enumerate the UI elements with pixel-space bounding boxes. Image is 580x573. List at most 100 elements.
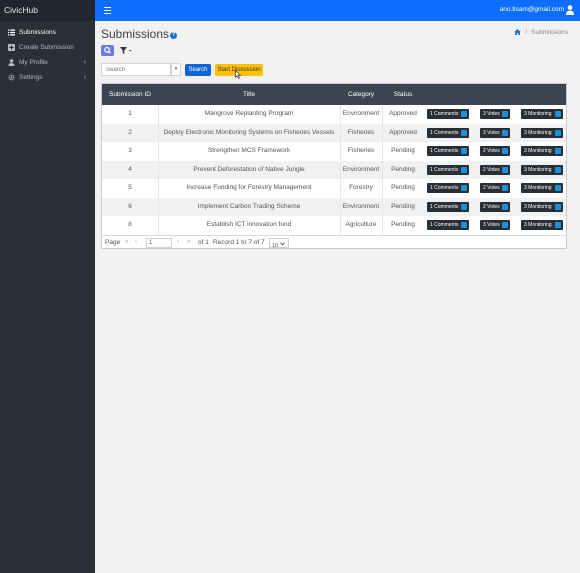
count-badge: [461, 185, 467, 191]
pager: Page « ‹ 1 › » of 1 Record 1 to 7 of 7 1…: [102, 235, 566, 249]
count-badge: [555, 148, 561, 154]
monitoring-button-label: 3 Monitoring: [524, 203, 552, 210]
chevron-down-icon: [280, 242, 285, 246]
home-icon[interactable]: [514, 29, 522, 35]
count-badge: [502, 222, 508, 228]
column-header-status[interactable]: Status: [382, 84, 424, 105]
menu-toggle-icon[interactable]: [104, 7, 111, 14]
prev-page-button[interactable]: ‹: [135, 239, 137, 245]
comments-button[interactable]: 1 Comments: [427, 146, 469, 156]
monitoring-button-label: 3 Monitoring: [524, 148, 552, 154]
sidebar-item-create-submission[interactable]: Create Submission: [0, 40, 95, 55]
comments-button-label: 1 Comments: [430, 111, 459, 117]
cell-id: 3: [128, 147, 132, 154]
comments-button-label: 1 Comments: [430, 129, 459, 136]
cell-id: 5: [128, 184, 132, 191]
user-email[interactable]: ano.tisam@gmail.com: [500, 6, 564, 13]
table-row[interactable]: 2 Deploy Electronic Monitoring Systems on…: [102, 123, 566, 142]
count-badge: [555, 129, 561, 136]
app-brand[interactable]: CivicHub: [0, 0, 95, 21]
votes-button[interactable]: 2 Votes: [480, 164, 510, 175]
monitoring-button[interactable]: 3 Monitoring: [521, 127, 563, 138]
votes-button-label: 2 Votes: [483, 148, 500, 154]
comments-button[interactable]: 1 Comments: [427, 220, 469, 230]
count-badge: [502, 185, 508, 191]
sidebar-item-label: Create Submission: [19, 44, 74, 51]
search-icon: [104, 46, 111, 54]
monitoring-button[interactable]: 3 Monitoring: [521, 164, 563, 175]
breadcrumb-current: Submissions: [531, 29, 568, 36]
first-page-button[interactable]: «: [125, 239, 128, 245]
filter-button[interactable]: [119, 46, 133, 55]
comments-button[interactable]: 1 Comments: [427, 183, 469, 193]
page-number-input[interactable]: 1: [146, 238, 172, 248]
table-row[interactable]: 4 Prevent Deforestation of Native Jungle E…: [102, 160, 566, 179]
chevron-left-icon: ‹: [83, 74, 86, 81]
count-badge: [502, 203, 508, 210]
next-page-button[interactable]: ›: [177, 239, 179, 245]
cell-status: Pending: [391, 184, 415, 191]
column-header-id[interactable]: Submission ID: [102, 84, 158, 105]
help-icon[interactable]: ?: [170, 32, 177, 39]
table-row[interactable]: 1 Mangrove Replanting Program Environment A…: [102, 105, 566, 124]
search-input[interactable]: [101, 63, 171, 76]
table-row[interactable]: 6 Implement Carbon Trading Scheme Environm…: [102, 197, 566, 216]
sidebar-item-my-profile[interactable]: My Profile ‹: [0, 55, 95, 70]
comments-button[interactable]: 1 Comments: [427, 164, 469, 175]
monitoring-button[interactable]: 3 Monitoring: [521, 146, 563, 156]
pager-of-label: of 1: [198, 239, 209, 246]
count-badge: [461, 166, 467, 173]
count-badge: [555, 185, 561, 191]
page-size-select[interactable]: 10: [269, 238, 289, 249]
column-header-category[interactable]: Category: [340, 84, 382, 105]
comments-button-label: 1 Comments: [430, 185, 459, 191]
search-button[interactable]: Search: [185, 64, 211, 76]
breadcrumb-separator: /: [525, 29, 528, 36]
cell-category: Environment: [342, 202, 380, 210]
votes-button-label: 3 Votes: [483, 222, 500, 228]
count-badge: [461, 129, 467, 136]
monitoring-button[interactable]: 3 Monitoring: [521, 220, 563, 230]
count-badge: [461, 148, 467, 154]
column-header-title[interactable]: Title: [158, 84, 340, 105]
comments-button[interactable]: 1 Comments: [427, 109, 469, 119]
votes-button[interactable]: 3 Votes: [480, 220, 510, 230]
comments-button[interactable]: 1 Comments: [427, 127, 469, 138]
cell-status: Approved: [389, 128, 417, 136]
votes-button[interactable]: 3 Votes: [480, 127, 510, 138]
table-row[interactable]: 3 Strengthen MCS Framework Fisheries Pendin…: [102, 142, 566, 161]
votes-button-label: 2 Votes: [483, 185, 500, 191]
table-row[interactable]: 5 Increase Funding for Forestry Managemen…: [102, 179, 566, 198]
chevron-left-icon: ‹: [83, 59, 86, 66]
count-badge: [502, 148, 508, 154]
toggle-search-button[interactable]: [101, 45, 114, 56]
count-badge: [502, 129, 508, 136]
cell-id: 4: [128, 165, 132, 173]
table-header: Submission ID Title Category Status: [102, 84, 566, 105]
page-size-value: 10: [272, 243, 279, 249]
sidebar-item-settings[interactable]: Settings ‹: [0, 70, 95, 85]
last-page-button[interactable]: »: [187, 239, 190, 245]
monitoring-button-label: 3 Monitoring: [524, 222, 552, 228]
search-dropdown-button[interactable]: ▾: [171, 63, 181, 76]
cell-category: Forestry: [349, 184, 373, 191]
monitoring-button-label: 3 Monitoring: [524, 129, 552, 136]
cell-category: Agriculture: [345, 221, 377, 228]
sidebar-item-submissions[interactable]: Submissions: [0, 25, 95, 40]
pager-page-label: Page: [105, 239, 121, 246]
cell-title: Increase Funding for Forestry Management: [186, 184, 312, 191]
votes-button[interactable]: 2 Votes: [480, 183, 510, 193]
monitoring-button[interactable]: 3 Monitoring: [521, 201, 563, 212]
votes-button[interactable]: 2 Votes: [480, 146, 510, 156]
user-icon[interactable]: [566, 5, 574, 15]
cell-status: Approved: [389, 110, 417, 117]
count-badge: [555, 111, 561, 117]
table-row[interactable]: 8 Establish ICT innovation fund Agricultur…: [102, 216, 566, 235]
votes-button[interactable]: 2 Votes: [480, 201, 510, 212]
votes-button[interactable]: 3 Votes: [480, 109, 510, 119]
comments-button[interactable]: 1 Comments: [427, 201, 469, 212]
cell-status: Pending: [391, 165, 415, 173]
cell-id: 8: [128, 221, 132, 228]
monitoring-button[interactable]: 3 Monitoring: [521, 109, 563, 119]
monitoring-button[interactable]: 3 Monitoring: [521, 183, 563, 193]
